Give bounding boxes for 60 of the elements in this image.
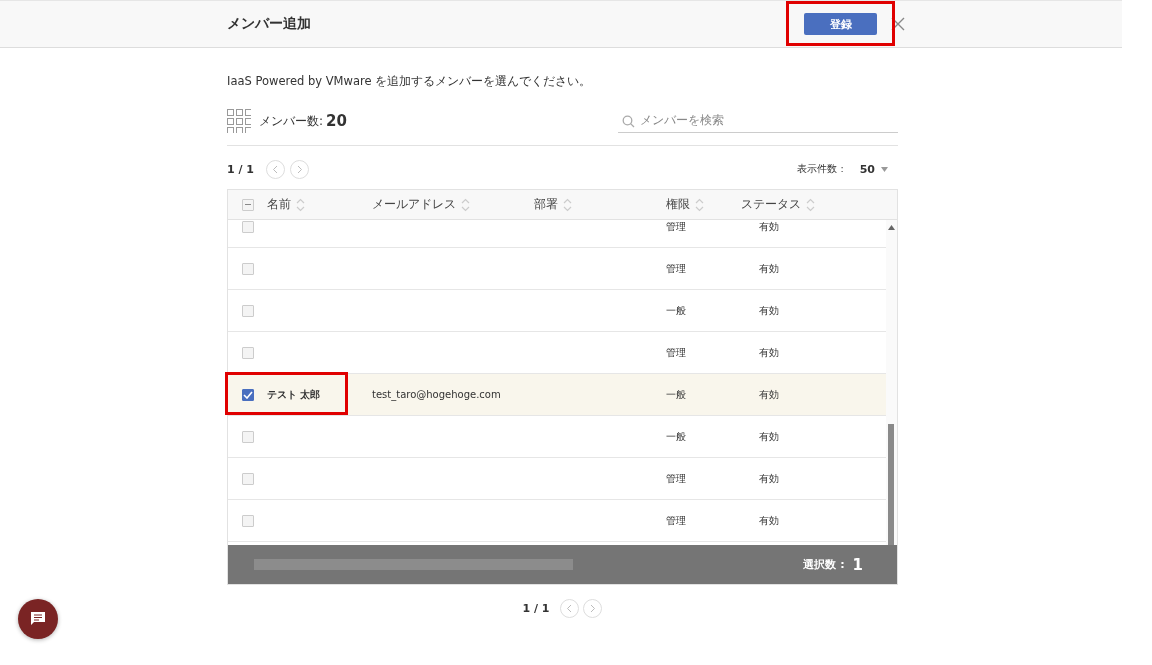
table-cell: 管理: [666, 513, 686, 528]
table-cell: 有効: [759, 345, 779, 360]
description-text: IaaS Powered by VMware を追加するメンバーを選んでください。: [227, 74, 593, 89]
select-all-checkbox[interactable]: [241, 198, 254, 211]
column-header[interactable]: 部署: [534, 196, 558, 213]
chat-icon: [30, 611, 46, 627]
per-page-label: 表示件数 :: [797, 163, 844, 176]
page-indicator: 1 / 1: [227, 163, 254, 176]
table-cell: 管理: [666, 261, 686, 276]
table-row[interactable]: 管理 有効: [228, 220, 886, 248]
table-cell: 管理: [666, 345, 686, 360]
column-header[interactable]: 権限: [666, 196, 690, 213]
table-row[interactable]: 一般 有効: [228, 290, 886, 332]
table-cell: 有効: [759, 513, 779, 528]
selected-count-label: 選択数 :: [803, 557, 845, 572]
table-cell: 一般: [666, 303, 686, 318]
table-row[interactable]: 管理 有効: [228, 248, 886, 290]
table-cell: 一般: [666, 387, 686, 402]
search-icon: [622, 114, 635, 128]
next-page-icon[interactable]: [583, 599, 603, 618]
member-count-label: メンバー数:: [259, 112, 324, 130]
table-cell: 有効: [759, 387, 779, 402]
table-cell: 管理: [666, 220, 686, 234]
sort-icon[interactable]: [806, 197, 815, 212]
table-cell: 有効: [759, 303, 779, 318]
row-checkbox[interactable]: [241, 388, 254, 401]
table-cell: 一般: [666, 429, 686, 444]
table-cell: 有効: [759, 220, 779, 234]
table-row[interactable]: 管理 有効: [228, 500, 886, 542]
dialog-title: メンバー追加: [227, 15, 311, 33]
table-cell: test_taro@hogehoge.com: [372, 389, 501, 400]
table-row[interactable]: テスト 太郎 test_taro@hogehoge.com 一般 有効: [228, 374, 886, 416]
column-header[interactable]: メールアドレス: [372, 196, 456, 213]
register-button[interactable]: 登録: [804, 13, 877, 36]
chat-button[interactable]: [18, 599, 58, 639]
next-page-icon[interactable]: [290, 160, 309, 179]
table-cell: テスト 太郎: [267, 387, 321, 402]
scrollbar[interactable]: [886, 220, 897, 545]
table-cell: 有効: [759, 429, 779, 444]
dropdown-caret-icon: [881, 167, 888, 172]
sort-icon[interactable]: [695, 197, 704, 212]
column-header[interactable]: ステータス: [741, 196, 801, 213]
column-header[interactable]: 名前: [267, 196, 291, 213]
page-indicator: 1 / 1: [522, 602, 550, 615]
table-row[interactable]: 管理 有効: [228, 458, 886, 500]
member-count: 20: [326, 112, 347, 130]
per-page-dropdown[interactable]: 50: [859, 163, 888, 176]
sort-icon[interactable]: [563, 197, 572, 212]
sort-icon[interactable]: [296, 197, 305, 212]
previous-page-icon[interactable]: [560, 599, 580, 618]
table-cell: 管理: [666, 471, 686, 486]
table-cell: 有効: [759, 471, 779, 486]
table-cell: 有効: [759, 261, 779, 276]
previous-page-icon[interactable]: [266, 160, 285, 179]
scroll-up-icon[interactable]: [888, 225, 895, 230]
scrollbar-thumb[interactable]: [888, 424, 894, 545]
sort-icon[interactable]: [461, 197, 470, 212]
selected-count: 1: [852, 555, 863, 574]
table-row[interactable]: 一般 有効: [228, 416, 886, 458]
grid-icon: [227, 109, 251, 133]
